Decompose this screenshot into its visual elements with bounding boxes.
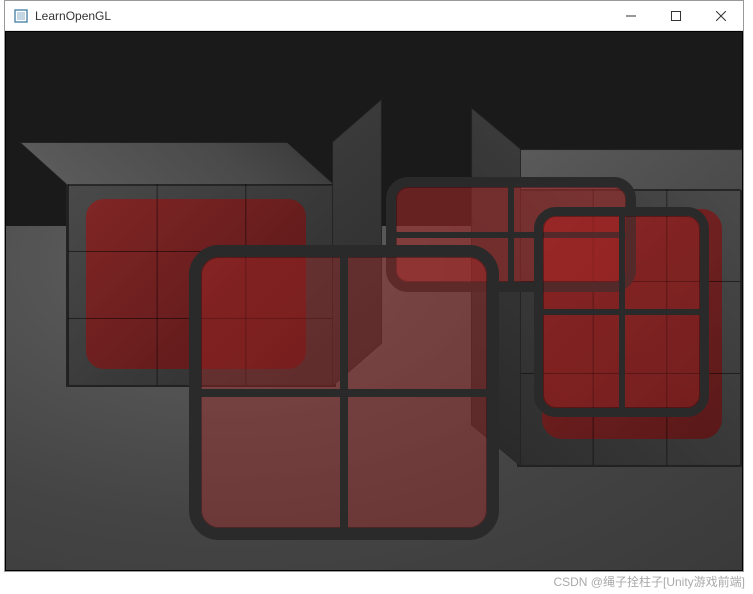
scene (6, 32, 742, 570)
minimize-button[interactable] (608, 1, 653, 30)
app-window: LearnOpenGL (4, 0, 744, 572)
window-controls (608, 1, 743, 30)
transparent-window-back-right (534, 207, 709, 417)
watermark: CSDN @绳子拴柱子[Unity游戏前端] (553, 573, 745, 590)
window-title: LearnOpenGL (35, 9, 608, 23)
maximize-button[interactable] (653, 1, 698, 30)
app-icon (13, 8, 29, 24)
transparent-window-front (189, 245, 499, 540)
close-button[interactable] (698, 1, 743, 30)
opengl-viewport[interactable] (5, 31, 743, 571)
titlebar[interactable]: LearnOpenGL (5, 1, 743, 31)
